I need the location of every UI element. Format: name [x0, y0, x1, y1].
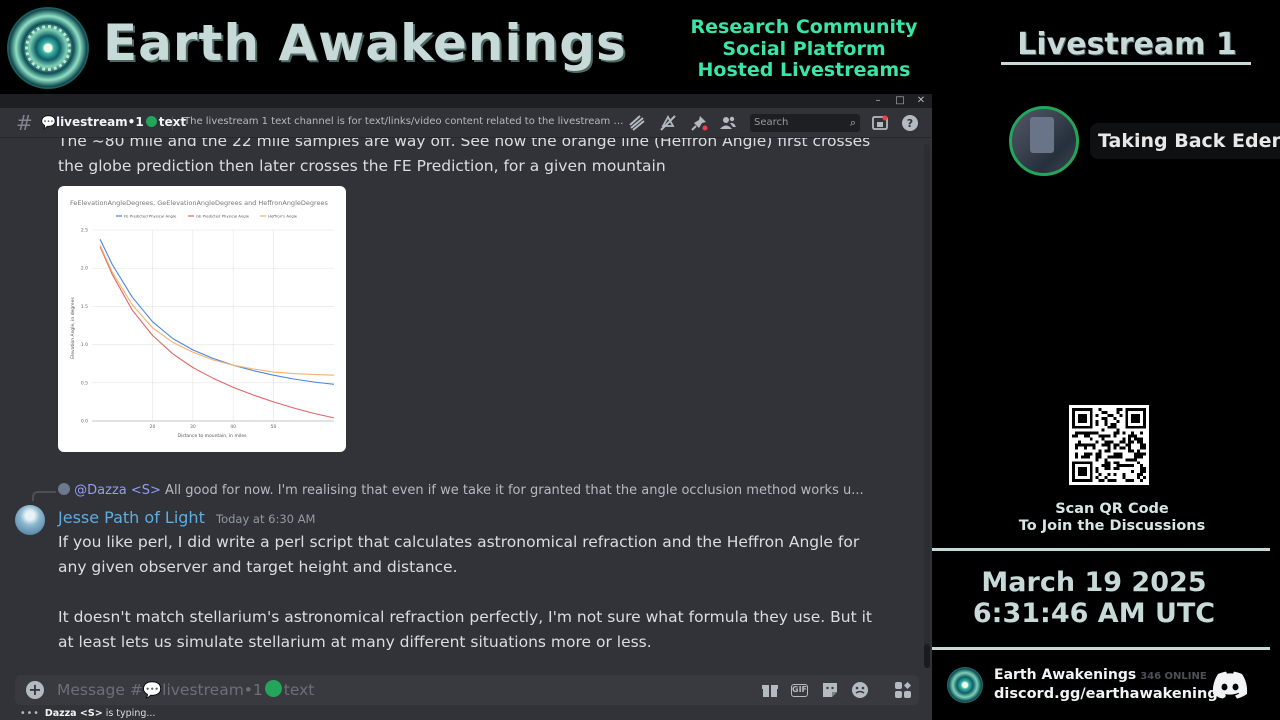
add-attachment-icon[interactable]: +: [26, 681, 44, 699]
svg-text:?: ?: [907, 117, 913, 130]
time-text: 6:31:46 AM UTC: [972, 598, 1216, 629]
typing-dots-icon: •••: [20, 708, 40, 719]
message-list[interactable]: The ~80 mile and the 22 mile samples are…: [0, 138, 924, 675]
channel-header: # 💬livestream•1text The livestream 1 tex…: [0, 108, 932, 138]
tagline: Research Community Social Platform Hoste…: [676, 16, 932, 82]
x-tick-label: 20: [150, 424, 156, 430]
mute-icon[interactable]: [658, 114, 678, 132]
legend-label: Heffron's Angle: [268, 214, 298, 219]
message-text: It doesn't match stellarium's astronomic…: [58, 608, 872, 651]
divider: [932, 647, 1270, 650]
x-tick-label: 30: [190, 424, 196, 430]
speech-balloon-icon: 💬: [41, 115, 56, 129]
date-text: March 19 2025: [981, 567, 1207, 598]
sticker-icon[interactable]: [820, 681, 840, 699]
gift-icon[interactable]: [760, 681, 780, 699]
legend-label: FE Predicted Physical Angle: [124, 214, 177, 219]
divider: [172, 116, 173, 130]
y-tick-label: 2.0: [81, 266, 88, 272]
tagline-line: Hosted Livestreams: [697, 59, 911, 81]
brand-title: Earth Awakenings: [103, 14, 627, 72]
pin-icon[interactable]: [689, 114, 709, 132]
reply-avatar-icon: [58, 483, 70, 495]
y-tick-label: 0.0: [81, 419, 88, 425]
x-axis-label: Distance to mountain, in miles: [178, 433, 248, 439]
search-icon: ⌕: [849, 116, 856, 129]
title-underline: [1001, 62, 1251, 65]
series-line: [99, 245, 335, 376]
x-tick-label: 50: [271, 424, 277, 430]
speaker-name: Taking Back Eden F: [1090, 123, 1280, 159]
qr-code-image: [1072, 408, 1146, 482]
invite-link: discord.gg/earthawakenings: [994, 686, 1227, 702]
chart-attachment[interactable]: FeElevationAngleDegrees, GeElevationAngl…: [58, 186, 346, 452]
threads-icon[interactable]: [627, 114, 647, 132]
close-button[interactable]: ✕: [910, 94, 932, 108]
members-icon[interactable]: [718, 114, 738, 132]
stream-banner: Earth Awakenings Research Community Soci…: [0, 0, 932, 94]
help-icon[interactable]: ?: [900, 114, 920, 132]
legend-label: GE Predicted Physical Angle: [196, 214, 250, 219]
chart-grid: [92, 229, 334, 422]
channel-topic[interactable]: The livestream 1 text channel is for tex…: [184, 116, 624, 127]
earth-awakenings-logo: [9, 9, 87, 87]
online-count: 346 ONLINE: [1140, 671, 1207, 682]
message-input[interactable]: Message #💬livestream•1 text: [57, 680, 314, 699]
reply-mention[interactable]: @Dazza <S>: [74, 483, 161, 498]
minimize-button[interactable]: –: [867, 94, 889, 108]
hash-icon: #: [16, 111, 33, 135]
reply-text: All good for now. I'm realising that eve…: [165, 483, 864, 498]
message-text: The ~80 mile and the 22 mile samples are…: [58, 138, 871, 175]
server-icon: [947, 667, 983, 703]
scrollbar-thumb[interactable]: [924, 644, 930, 668]
series-line: [99, 246, 335, 419]
tagline-line: Social Platform: [722, 37, 886, 60]
message-timestamp: Today at 6:30 AM: [216, 512, 316, 526]
window-titlebar: – □ ✕: [0, 94, 932, 108]
server-name: Earth Awakenings 346 ONLINE: [994, 667, 1207, 683]
y-tick-label: 2.5: [81, 228, 88, 234]
divider: [932, 548, 1270, 551]
y-tick-label: 1.5: [81, 304, 88, 310]
chart-series: [99, 238, 335, 419]
message-composer[interactable]: + Message #💬livestream•1 text GIF: [15, 675, 919, 705]
discord-window: – □ ✕ # 💬livestream•1text The livestream…: [0, 94, 932, 720]
qr-code: [1069, 405, 1149, 485]
speaker-avatar: [1009, 106, 1079, 176]
message-text: If you like perl, I did write a perl scr…: [58, 533, 860, 576]
reply-connector: [32, 491, 56, 501]
scrollbar[interactable]: [924, 144, 930, 668]
livestream-title: Livestream 1: [1017, 27, 1237, 62]
apps-icon[interactable]: [893, 681, 913, 699]
y-tick-label: 0.5: [81, 380, 88, 386]
maximize-button[interactable]: □: [889, 94, 911, 108]
channel-name: 💬livestream•1text: [41, 115, 186, 129]
stream-sidebar: Livestream 1 Taking Back Eden F Scan QR …: [932, 0, 1280, 720]
qr-caption: Scan QR Code To Join the Discussions: [1018, 501, 1206, 534]
chart-title: FeElevationAngleDegrees, GeElevationAngl…: [70, 199, 329, 207]
date-time: March 19 2025 6:31:46 AM UTC: [952, 567, 1236, 629]
y-axis-label: Elevation Angle, in degrees: [70, 297, 76, 359]
typing-indicator: ••• Dazza <S> is typing...: [20, 708, 156, 719]
discord-logo-icon: [1212, 671, 1248, 699]
message-author[interactable]: Jesse Path of Light: [58, 508, 205, 527]
series-line: [99, 238, 335, 385]
elevation-angle-chart: FeElevationAngleDegrees, GeElevationAngl…: [70, 199, 335, 439]
tagline-line: Research Community: [690, 16, 918, 38]
x-axis-ticks: 20 30 40 50: [150, 424, 277, 430]
x-tick-label: 40: [230, 424, 236, 430]
y-tick-label: 1.0: [81, 342, 88, 348]
y-axis-ticks: 0.0 0.5 1.0 1.5 2.0 2.5: [81, 228, 88, 425]
reply-preview[interactable]: @Dazza <S> All good for now. I'm realisi…: [58, 483, 888, 498]
search-input[interactable]: Search ⌕: [750, 114, 860, 132]
green-circle-icon: [264, 680, 282, 697]
emoji-icon[interactable]: [850, 681, 870, 699]
avatar[interactable]: [15, 505, 45, 535]
green-circle-icon: [145, 116, 157, 127]
gif-icon[interactable]: GIF: [791, 684, 808, 697]
inbox-icon[interactable]: [870, 114, 890, 132]
chart-legend: FE Predicted Physical Angle GE Predicted …: [116, 214, 298, 219]
